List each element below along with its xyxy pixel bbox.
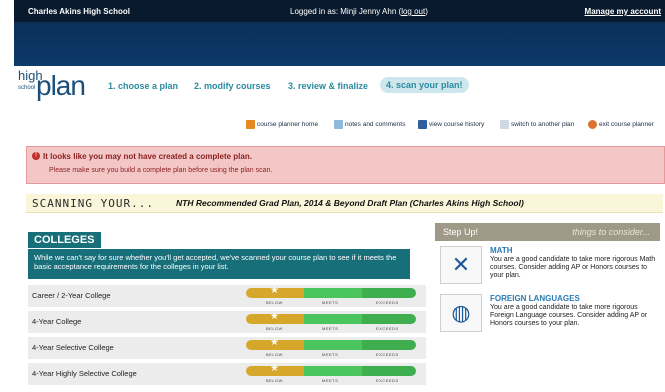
nav-band	[14, 22, 665, 66]
login-suffix: )	[425, 7, 428, 16]
login-status: Logged in as: Minji Jenny Ahn (log out)	[290, 7, 428, 16]
step-modify-courses[interactable]: 2. modify courses	[194, 81, 271, 91]
header: high school plan 1. choose a plan 2. mod…	[14, 66, 650, 101]
bar-label-below: BELOW	[266, 326, 283, 331]
colleges-description: While we can't say for sure whether you'…	[28, 249, 410, 279]
bar-exceeds-segment	[362, 288, 416, 298]
acceptance-bar: ★ BELOW MEETS EXCEEDS	[246, 311, 416, 331]
globe-icon: ◍	[440, 294, 482, 332]
logo-school: school	[18, 85, 36, 91]
math-tools-icon: ✕	[440, 246, 482, 284]
notes-comments-link[interactable]: notes and comments	[334, 120, 405, 129]
bar-label-exceeds: EXCEEDS	[376, 378, 399, 383]
card-title[interactable]: MATH	[490, 246, 513, 255]
bar-label-meets: MEETS	[322, 300, 339, 305]
exit-planner-link[interactable]: exit course planner	[588, 120, 654, 129]
login-prefix: Logged in as: Minji Jenny Ahn (	[290, 7, 402, 16]
bar-label-meets: MEETS	[322, 326, 339, 331]
logo-plan: plan	[36, 70, 86, 101]
bar-meets-segment	[304, 288, 362, 298]
bar-label-below: BELOW	[266, 300, 283, 305]
star-icon: ★	[270, 285, 279, 296]
alert-title: It looks like you may not have created a…	[43, 152, 252, 161]
course-planner-home-link[interactable]: course planner home	[246, 120, 318, 129]
bar-exceeds-segment	[362, 366, 416, 376]
bar-meets-segment	[304, 340, 362, 350]
switch-plan-link[interactable]: switch to another plan	[500, 120, 574, 129]
step-scan-plan[interactable]: 4. scan your plan!	[380, 77, 469, 93]
switch-icon	[500, 120, 509, 129]
bar-label-meets: MEETS	[322, 378, 339, 383]
bar-label-exceeds: EXCEEDS	[376, 352, 399, 357]
scan-label: SCANNING YOUR...	[32, 197, 154, 210]
card-body: You are a good candidate to take more ri…	[490, 256, 656, 279]
college-name: 4-Year College	[32, 317, 82, 326]
toolbar-label: switch to another plan	[511, 121, 575, 128]
star-icon: ★	[270, 363, 279, 374]
manage-account-link[interactable]: Manage my account	[585, 7, 661, 16]
acceptance-bar: ★ BELOW MEETS EXCEEDS	[246, 285, 416, 305]
card-title[interactable]: FOREIGN LANGUAGES	[490, 294, 580, 303]
bar-label-below: BELOW	[266, 352, 283, 357]
college-name: 4-Year Selective College	[32, 343, 114, 352]
scanned-plan-name: NTH Recommended Grad Plan, 2014 & Beyond…	[176, 198, 524, 208]
bar-exceeds-segment	[362, 340, 416, 350]
step-up-subtitle: things to consider...	[572, 227, 650, 237]
toolbar-label: notes and comments	[345, 121, 406, 128]
house-icon	[246, 120, 255, 129]
bar-meets-segment	[304, 314, 362, 324]
alert-message: Please make sure you build a complete pl…	[49, 167, 273, 174]
star-icon: ★	[270, 311, 279, 322]
acceptance-bar: ★ BELOW MEETS EXCEEDS	[246, 363, 416, 383]
college-row: 4-Year Selective College ★ BELOW MEETS E…	[28, 337, 426, 359]
bar-exceeds-segment	[362, 314, 416, 324]
top-bar: Charles Akins High School Logged in as: …	[14, 0, 665, 22]
colleges-heading: COLLEGES	[28, 232, 101, 248]
college-name: Career / 2-Year College	[32, 291, 111, 300]
history-icon	[418, 120, 427, 129]
bar-below-segment: ★	[246, 363, 304, 376]
view-course-history-link[interactable]: view course history	[418, 120, 484, 129]
scan-banner: SCANNING YOUR... NTH Recommended Grad Pl…	[26, 194, 663, 213]
bar-below-segment: ★	[246, 337, 304, 350]
bar-below-segment: ★	[246, 285, 304, 298]
toolbar-label: exit course planner	[599, 121, 654, 128]
toolbar-label: course planner home	[257, 121, 319, 128]
college-row: 4-Year College ★ BELOW MEETS EXCEEDS	[28, 311, 426, 333]
acceptance-bar: ★ BELOW MEETS EXCEEDS	[246, 337, 416, 357]
bar-label-exceeds: EXCEEDS	[376, 326, 399, 331]
card-body: You are a good candidate to take more ri…	[490, 304, 648, 327]
college-row: 4-Year Highly Selective College ★ BELOW …	[28, 363, 426, 385]
bar-label-meets: MEETS	[322, 352, 339, 357]
logout-link[interactable]: log out	[401, 7, 425, 16]
bar-meets-segment	[304, 366, 362, 376]
star-icon: ★	[270, 337, 279, 348]
bar-label-exceeds: EXCEEDS	[376, 300, 399, 305]
incomplete-plan-alert: ! It looks like you may not have created…	[26, 146, 665, 184]
college-row: Career / 2-Year College ★ BELOW MEETS EX…	[28, 285, 426, 307]
toolbar-label: view course history	[429, 121, 485, 128]
step-up-title: Step Up!	[443, 227, 479, 237]
school-name: Charles Akins High School	[28, 7, 130, 16]
college-name: 4-Year Highly Selective College	[32, 369, 137, 378]
step-choose-plan[interactable]: 1. choose a plan	[108, 81, 178, 91]
bar-below-segment: ★	[246, 311, 304, 324]
step-review-finalize[interactable]: 3. review & finalize	[288, 81, 368, 91]
alert-icon: !	[32, 152, 40, 160]
comment-icon	[334, 120, 343, 129]
bar-label-below: BELOW	[266, 378, 283, 383]
exit-icon	[588, 120, 597, 129]
step-up-header: Step Up! things to consider...	[435, 223, 660, 241]
